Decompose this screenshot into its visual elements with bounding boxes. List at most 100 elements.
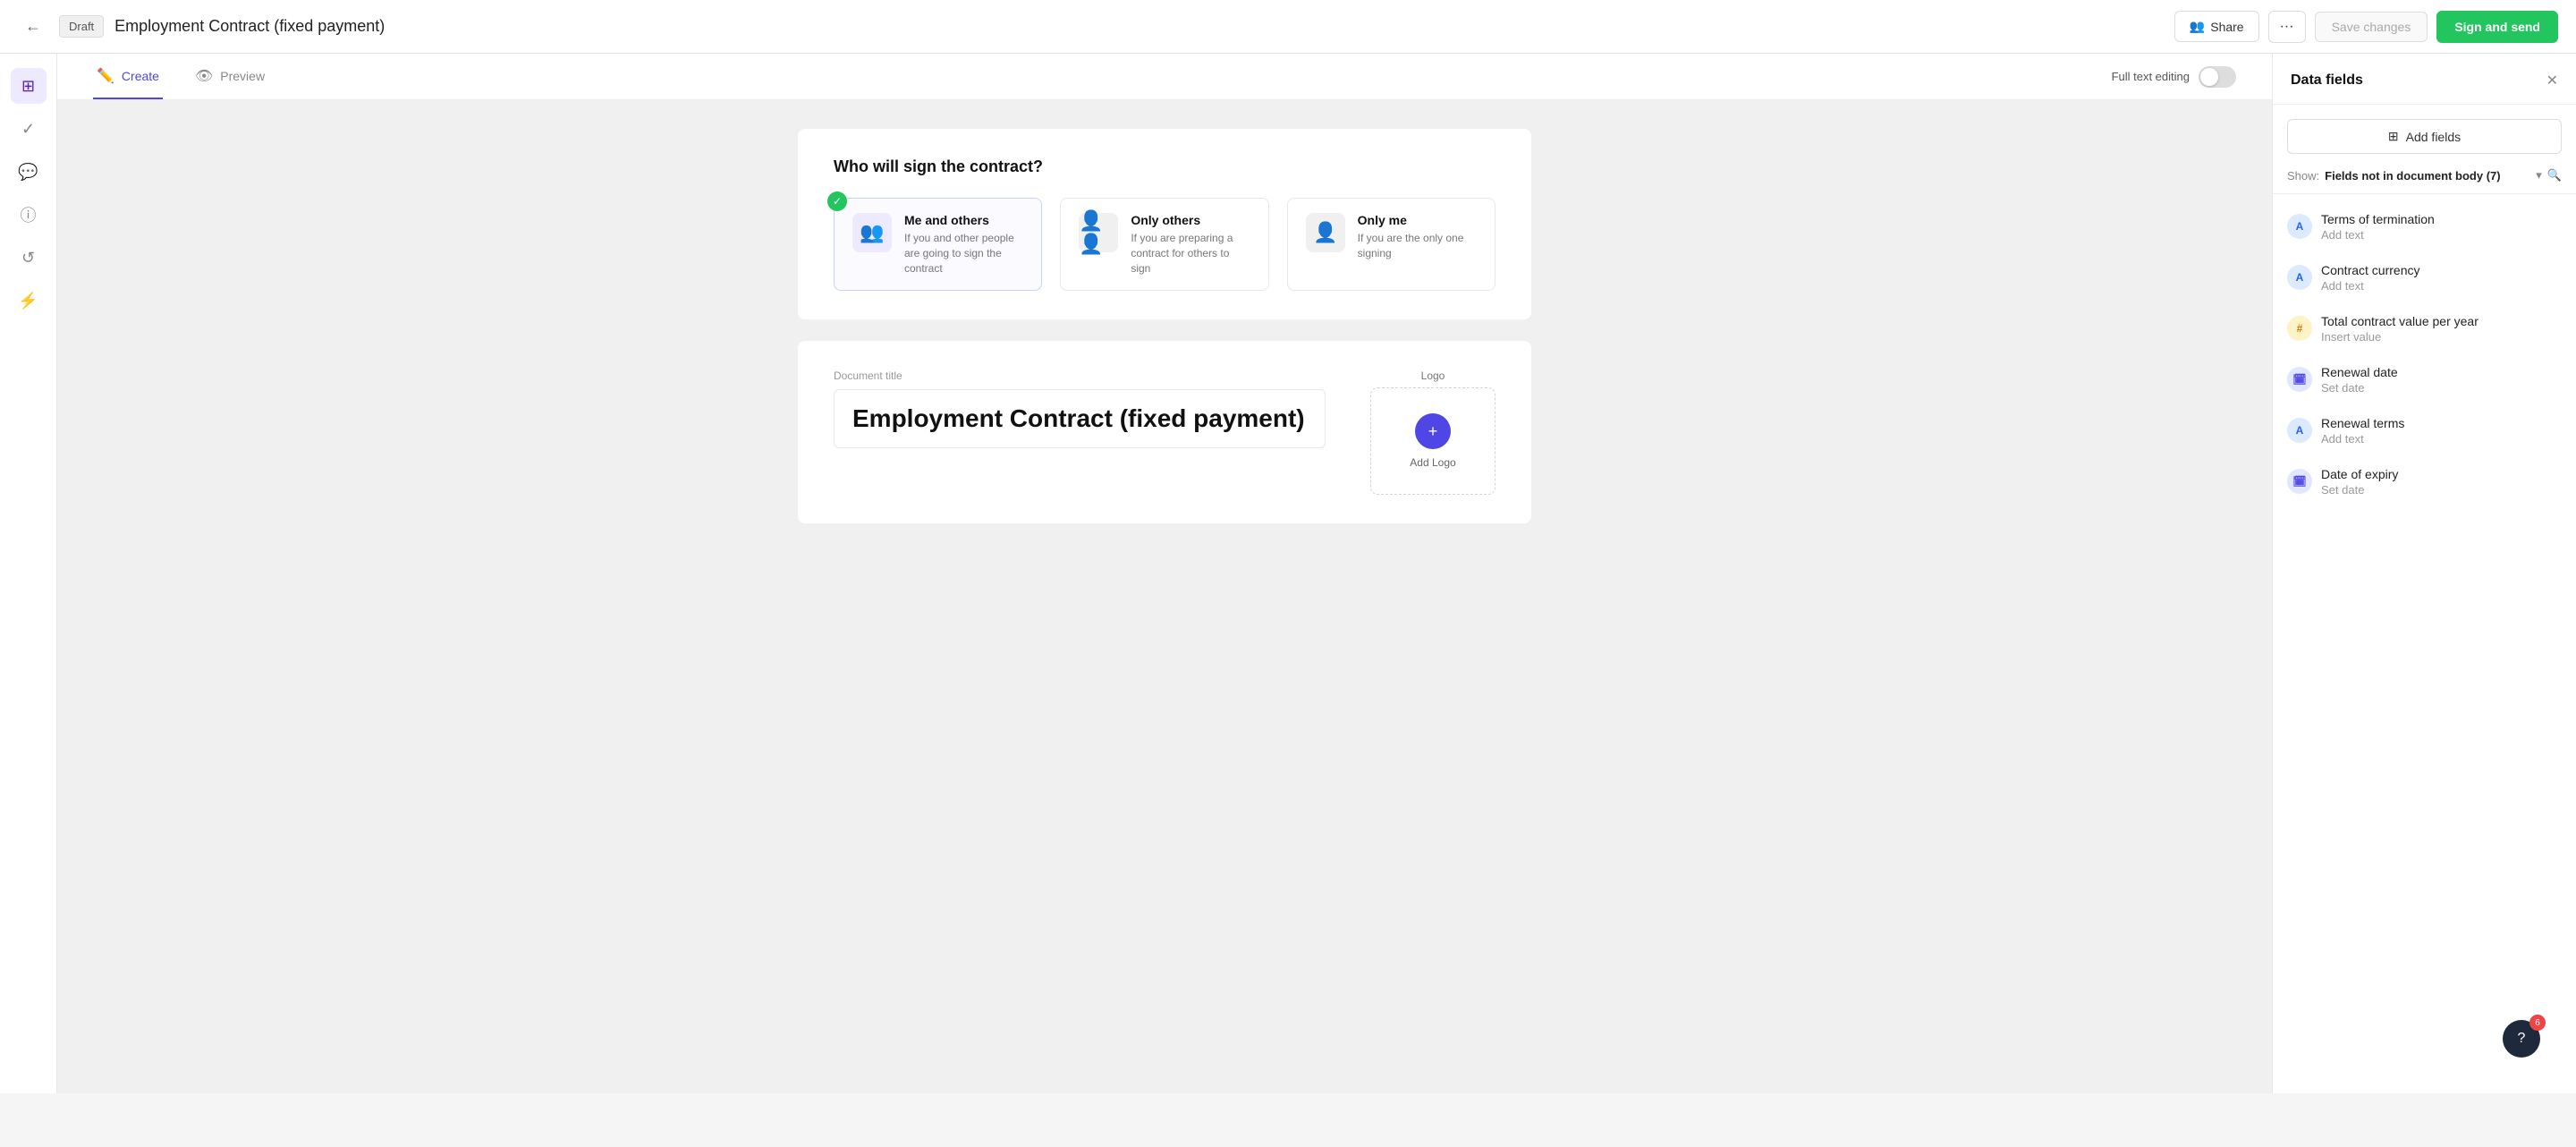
field-body-total-contract-value: Total contract value per year Insert val…: [2321, 314, 2562, 344]
field-item-total-contract-value[interactable]: # Total contract value per year Insert v…: [2273, 303, 2576, 354]
pencil-icon: ✏️: [97, 67, 114, 85]
eye-icon: 👁: [195, 67, 213, 85]
field-name-terms-of-termination: Terms of termination: [2321, 212, 2562, 226]
field-item-terms-of-termination[interactable]: A Terms of termination Add text: [2273, 201, 2576, 252]
full-text-label: Full text editing: [2112, 70, 2190, 83]
signer-text-only-me: Only me If you are the only one signing: [1358, 213, 1477, 261]
field-name-date-of-expiry: Date of expiry: [2321, 467, 2562, 481]
full-text-toggle: Full text editing: [2112, 66, 2236, 88]
help-badge[interactable]: 6 ?: [2503, 1020, 2540, 1058]
left-sidebar: ⊞ ✓ 💬 ⓘ ↺ ⚡: [0, 54, 57, 1093]
signer-options: ✓ 👥 Me and others If you and other peopl…: [834, 198, 1496, 291]
signer-icon-only-me: 👤: [1306, 213, 1345, 252]
field-item-renewal-terms[interactable]: A Renewal terms Add text: [2273, 405, 2576, 456]
add-fields-icon: ⊞: [2388, 129, 2399, 144]
share-button[interactable]: 👥 Share: [2174, 11, 2259, 42]
filter-icons: ▾ 🔍: [2536, 168, 2562, 183]
add-logo-icon: +: [1415, 413, 1451, 449]
field-body-date-of-expiry: Date of expiry Set date: [2321, 467, 2562, 497]
field-type-icon-terms-of-termination: A: [2287, 214, 2312, 239]
sidebar-icon-flash[interactable]: ⚡: [11, 283, 47, 319]
notif-count: 6: [2529, 1015, 2546, 1031]
signer-text-me-and-others: Me and others If you and other people ar…: [904, 213, 1023, 276]
field-name-contract-currency: Contract currency: [2321, 263, 2562, 277]
sign-send-button[interactable]: Sign and send: [2436, 11, 2558, 43]
more-button[interactable]: ···: [2268, 11, 2306, 43]
sidebar-icon-comment[interactable]: 💬: [11, 154, 47, 190]
signer-desc-only-me: If you are the only one signing: [1358, 231, 1477, 261]
filter-value: Fields not in document body (7): [2325, 169, 2500, 183]
main-content: ✏️ Create 👁 Preview Full text editing Wh…: [57, 54, 2272, 1093]
full-text-switch[interactable]: [2199, 66, 2236, 88]
add-logo-label: Add Logo: [1410, 456, 1455, 469]
field-type-icon-renewal-terms: A: [2287, 418, 2312, 443]
close-button[interactable]: ✕: [2546, 72, 2558, 89]
doc-title-label: Document title: [834, 370, 1342, 382]
tab-bar: ✏️ Create 👁 Preview Full text editing: [57, 54, 2272, 100]
field-body-renewal-date: Renewal date Set date: [2321, 365, 2562, 395]
topbar-right: 👥 Share ··· Save changes Sign and send: [2174, 11, 2558, 43]
preview-tab-label: Preview: [220, 69, 265, 83]
logo-upload-area[interactable]: + Add Logo: [1370, 387, 1496, 495]
right-panel: Data fields ✕ ⊞ Add fields Show: Fields …: [2272, 54, 2576, 1093]
signer-title: Who will sign the contract?: [834, 157, 1496, 176]
field-name-total-contract-value: Total contract value per year: [2321, 314, 2562, 328]
doc-meta: Document title: [834, 370, 1342, 448]
doc-area: Who will sign the contract? ✓ 👥 Me and o…: [762, 100, 1567, 552]
signer-section: Who will sign the contract? ✓ 👥 Me and o…: [798, 129, 1531, 319]
field-item-contract-currency[interactable]: A Contract currency Add text: [2273, 252, 2576, 303]
field-item-date-of-expiry[interactable]: 🗓 Date of expiry Set date: [2273, 456, 2576, 507]
doc-header: Document title Logo + Add Logo: [834, 370, 1496, 495]
document-title: Employment Contract (fixed payment): [114, 17, 2174, 36]
signer-option-me-and-others[interactable]: ✓ 👥 Me and others If you and other peopl…: [834, 198, 1042, 291]
field-name-renewal-date: Renewal date: [2321, 365, 2562, 379]
add-fields-button[interactable]: ⊞ Add fields: [2287, 119, 2562, 154]
show-label: Show:: [2287, 169, 2319, 183]
show-filter: Show: Fields not in document body (7) ▾ …: [2273, 168, 2576, 194]
field-body-terms-of-termination: Terms of termination Add text: [2321, 212, 2562, 242]
save-button[interactable]: Save changes: [2315, 12, 2428, 42]
search-icon[interactable]: 🔍: [2547, 168, 2562, 183]
field-type-icon-total-contract-value: #: [2287, 316, 2312, 341]
selected-check: ✓: [827, 191, 847, 211]
tab-create[interactable]: ✏️ Create: [93, 54, 163, 99]
sidebar-icon-info[interactable]: ⓘ: [11, 197, 47, 233]
panel-header: Data fields ✕: [2273, 54, 2576, 105]
signer-icon-only-others: 👤👤: [1079, 213, 1118, 252]
help-icon: ?: [2518, 1031, 2526, 1047]
field-placeholder-contract-currency: Add text: [2321, 279, 2562, 293]
field-item-renewal-date[interactable]: 🗓 Renewal date Set date: [2273, 354, 2576, 405]
signer-label-me-and-others: Me and others: [904, 213, 1023, 227]
signer-label-only-others: Only others: [1131, 213, 1250, 227]
sidebar-icon-check[interactable]: ✓: [11, 111, 47, 147]
logo-label-top: Logo: [1421, 370, 1445, 382]
tab-preview[interactable]: 👁 Preview: [191, 54, 268, 99]
create-tab-label: Create: [122, 69, 159, 83]
field-type-icon-renewal-date: 🗓: [2287, 367, 2312, 392]
signer-text-only-others: Only others If you are preparing a contr…: [1131, 213, 1250, 276]
field-body-contract-currency: Contract currency Add text: [2321, 263, 2562, 293]
signer-desc-only-others: If you are preparing a contract for othe…: [1131, 231, 1250, 276]
sidebar-icon-layout[interactable]: ⊞: [11, 68, 47, 104]
field-placeholder-terms-of-termination: Add text: [2321, 228, 2562, 242]
doc-title-input[interactable]: [834, 389, 1326, 448]
field-placeholder-date-of-expiry: Set date: [2321, 483, 2562, 497]
field-body-renewal-terms: Renewal terms Add text: [2321, 416, 2562, 446]
signer-icon-me-and-others: 👥: [852, 213, 892, 252]
field-placeholder-renewal-terms: Add text: [2321, 432, 2562, 446]
signer-option-only-me[interactable]: 👤 Only me If you are the only one signin…: [1287, 198, 1496, 291]
panel-title: Data fields: [2291, 72, 2363, 89]
field-name-renewal-terms: Renewal terms: [2321, 416, 2562, 430]
topbar: ← Draft Employment Contract (fixed payme…: [0, 0, 2576, 54]
field-type-icon-date-of-expiry: 🗓: [2287, 469, 2312, 494]
sidebar-icon-history[interactable]: ↺: [11, 240, 47, 276]
field-list: A Terms of termination Add text A Contra…: [2273, 194, 2576, 514]
signer-option-only-others[interactable]: 👤👤 Only others If you are preparing a co…: [1060, 198, 1268, 291]
draft-badge: Draft: [59, 15, 104, 38]
signer-desc-me-and-others: If you and other people are going to sig…: [904, 231, 1023, 276]
back-button[interactable]: ←: [18, 10, 48, 43]
people-icon: 👥: [2190, 19, 2205, 34]
filter-dropdown-icon[interactable]: ▾: [2536, 168, 2542, 183]
add-fields-label: Add fields: [2406, 130, 2461, 144]
signer-label-only-me: Only me: [1358, 213, 1477, 227]
